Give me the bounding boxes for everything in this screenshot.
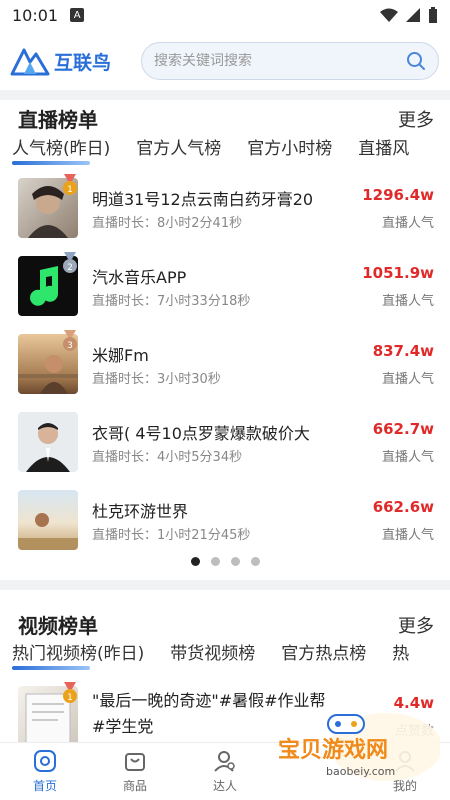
tab-video-hot-yesterday[interactable]: 热门视频榜(昨日) [12,639,144,670]
popularity-label: 直播人气 [381,216,434,231]
list-item[interactable]: 杜克环游世界 直播时长：1小时21分45秒 662.6w 直播人气 [0,478,450,556]
carousel-dot[interactable] [211,557,220,566]
video-tabs: 热门视频榜(昨日) 带货视频榜 官方热点榜 热 [12,639,409,670]
tab-video-official-hot[interactable]: 官方热点榜 [281,639,366,664]
live-duration: 直播时长：8小时2分41秒 [92,216,243,231]
streamer-name: 汽水音乐APP [92,268,187,287]
tab-video-goods[interactable]: 带货视频榜 [170,639,255,664]
notification-a-icon: A [70,8,85,22]
list-item[interactable]: 1 明道31号12点云南白药牙膏20 直播时长：8小时2分41秒 1296.4w… [0,166,450,244]
carousel-dot[interactable] [231,557,240,566]
carousel-dot[interactable] [191,557,200,566]
search-bar[interactable] [141,42,440,80]
home-icon [34,750,56,772]
live-duration: 直播时长：1小时21分45秒 [92,528,251,543]
watermark-text: 宝贝游戏网 [278,737,388,763]
live-more-link[interactable]: 更多 [398,106,434,132]
medal-rank: 2 [67,263,73,273]
status-bar: 10:01 A [0,0,450,30]
list-item[interactable]: 3 米娜Fm 直播时长：3小时30秒 837.4w 直播人气 [0,322,450,400]
live-ranking-list: 1 明道31号12点云南白药牙膏20 直播时长：8小时2分41秒 1296.4w… [0,166,450,556]
avatar [18,490,78,550]
popularity-label: 直播人气 [381,294,434,309]
list-item[interactable]: 衣哥( 4号10点罗蒙爆款破价大 直播时长：4小时5分34秒 662.7w 直播… [0,400,450,478]
popularity-label: 直播人气 [381,372,434,387]
carousel-indicator [191,557,260,566]
video-more-link[interactable]: 更多 [398,612,434,638]
signal-icon [406,8,420,22]
nav-label: 首页 [32,779,57,793]
section-divider [0,90,450,100]
list-item[interactable]: 2 汽水音乐APP 直播时长：7小时33分18秒 1051.9w 直播人气 [0,244,450,322]
search-icon[interactable] [406,51,426,71]
watermark-url: baobeiy.com [326,765,395,778]
app-logo[interactable]: 互联鸟 [10,46,111,76]
carousel-dot[interactable] [251,557,260,566]
app-header: 互联鸟 [0,32,450,90]
medal-rank: 1 [67,185,73,195]
tab-live-official-popular[interactable]: 官方人气榜 [136,134,221,159]
gold-medal-icon: 1 [63,174,77,195]
medal-rank: 1 [67,693,73,703]
popularity-value: 662.7w [372,420,434,438]
popularity-value: 837.4w [372,342,434,360]
live-tabs: 人气榜(昨日) 官方人气榜 官方小时榜 直播风 [12,134,409,165]
nav-home[interactable]: 首页 [0,743,90,800]
nav-influencers[interactable]: 达人 [180,743,270,800]
live-section-title: 直播榜单 [18,108,98,132]
streamer-name: 明道31号12点云南白药牙膏20 [92,190,314,209]
status-time: 10:01 [12,5,59,25]
nav-goods[interactable]: 商品 [90,743,180,800]
live-duration: 直播时长：4小时5分34秒 [92,450,243,465]
section-divider [0,580,450,590]
tab-live-official-hourly[interactable]: 官方小时榜 [247,134,332,159]
popularity-label: 直播人气 [381,450,434,465]
streamer-name: 米娜Fm [92,346,149,365]
nav-label: 达人 [212,779,237,793]
live-duration: 直播时长：7小时33分18秒 [92,294,251,309]
watermark-logo: 宝贝游戏网 baobeiy.com [278,713,440,781]
search-input[interactable] [154,53,407,69]
gamepad-icon [327,714,365,734]
avatar [18,412,78,472]
streamer-name: 杜克环游世界 [92,502,189,521]
logo-bird-icon [10,48,50,76]
streamer-name: 衣哥( 4号10点罗蒙爆款破价大 [92,424,310,443]
popularity-value: 1296.4w [362,186,434,204]
video-section-title: 视频榜单 [18,614,98,638]
popularity-label: 直播人气 [381,528,434,543]
nav-label: 商品 [122,779,147,793]
live-duration: 直播时长：3小时30秒 [92,372,221,387]
wifi-icon [380,8,398,22]
tab-video-hot-more[interactable]: 热 [392,639,409,664]
bronze-medal-icon: 3 [63,330,77,351]
tab-live-style[interactable]: 直播风 [358,134,409,159]
battery-icon [429,7,437,23]
status-icons [380,7,438,23]
silver-medal-icon: 2 [63,252,77,273]
logo-text: 互联鸟 [54,51,112,74]
medal-rank: 3 [67,341,73,351]
tab-live-popular-yesterday[interactable]: 人气榜(昨日) [12,134,110,165]
popularity-value: 1051.9w [362,264,434,282]
gold-medal-icon: 1 [63,682,77,703]
bag-icon [125,753,145,771]
popularity-value: 662.6w [372,498,434,516]
person-icon [214,751,235,772]
